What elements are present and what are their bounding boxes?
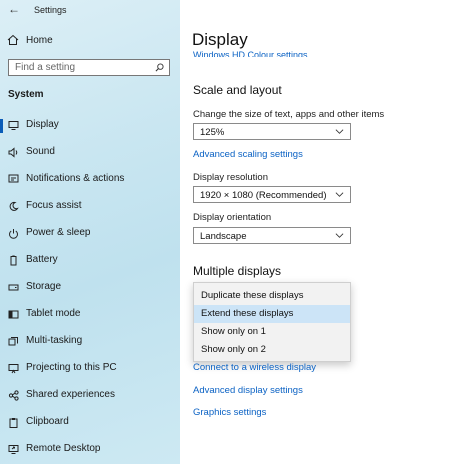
chevron-down-icon	[335, 233, 344, 238]
chevron-down-icon	[335, 192, 344, 197]
sidebar-item-label: Clipboard	[26, 416, 69, 427]
graphics-settings-link[interactable]: Graphics settings	[193, 407, 266, 418]
option-label: Extend these displays	[201, 308, 294, 319]
page-title: Display	[192, 30, 256, 50]
sidebar-item-label: Power & sleep	[26, 227, 91, 238]
power-icon	[9, 229, 18, 239]
back-arrow-icon[interactable]: ←	[8, 2, 20, 16]
option-label: Show only on 2	[201, 344, 266, 355]
orientation-dropdown[interactable]: Landscape	[193, 227, 351, 244]
option-duplicate[interactable]: Duplicate these displays	[194, 287, 350, 305]
storage-icon	[8, 284, 19, 291]
sidebar-item-battery[interactable]: Battery	[0, 250, 180, 272]
resolution-dropdown[interactable]: 1920 × 1080 (Recommended)	[193, 186, 351, 203]
section-title-multiple-displays: Multiple displays	[193, 264, 282, 278]
app-title: Settings	[34, 5, 67, 15]
sidebar-item-label: Shared experiences	[26, 389, 115, 400]
home-icon	[7, 34, 19, 45]
main-content: Windows HD Colour settings Display Scale…	[180, 0, 474, 464]
option-show-only-2[interactable]: Show only on 2	[194, 341, 350, 359]
resolution-value: 1920 × 1080 (Recommended)	[200, 190, 327, 201]
option-extend[interactable]: Extend these displays	[194, 305, 350, 323]
scale-value: 125%	[200, 127, 225, 138]
home-label: Home	[26, 35, 53, 46]
advanced-display-settings-link[interactable]: Advanced display settings	[193, 385, 303, 396]
search-input[interactable]: Find a setting	[8, 59, 170, 76]
orientation-value: Landscape	[200, 231, 247, 242]
speaker-icon	[8, 147, 18, 158]
chevron-down-icon	[335, 129, 344, 134]
sidebar-item-label: Sound	[26, 146, 55, 157]
sidebar-item-label: Storage	[26, 281, 62, 292]
sidebar-item-focus-assist[interactable]: Focus assist	[0, 196, 180, 218]
sidebar-item-clipboard[interactable]: Clipboard	[0, 412, 180, 434]
advanced-scaling-link[interactable]: Advanced scaling settings	[193, 149, 303, 160]
scale-dropdown[interactable]: 125%	[193, 123, 351, 140]
wireless-display-link[interactable]: Connect to a wireless display	[193, 362, 316, 373]
multitask-icon	[8, 337, 18, 346]
option-label: Show only on 1	[201, 326, 266, 337]
clipboard-icon	[9, 418, 18, 428]
battery-icon	[10, 255, 17, 266]
sidebar-item-power-sleep[interactable]: Power & sleep	[0, 223, 180, 245]
resolution-label: Display resolution	[193, 172, 268, 183]
sidebar-item-label: Multi-tasking	[26, 335, 83, 346]
sidebar-item-label: Projecting to this PC	[26, 362, 117, 373]
sidebar-item-label: Tablet mode	[26, 308, 81, 319]
tablet-icon	[8, 310, 19, 319]
sidebar-item-shared-experiences[interactable]: Shared experiences	[0, 385, 180, 407]
orientation-label: Display orientation	[193, 212, 272, 223]
sidebar-item-projecting[interactable]: Projecting to this PC	[0, 358, 180, 380]
sidebar-item-label: Battery	[26, 254, 58, 265]
home-nav[interactable]: Home	[0, 31, 180, 51]
section-title-system: System	[8, 89, 44, 100]
scale-label: Change the size of text, apps and other …	[193, 109, 385, 120]
sidebar: ← Settings Home Find a setting System Di…	[0, 0, 180, 464]
sidebar-item-label: Focus assist	[26, 200, 82, 211]
multiple-displays-dropdown-list: Duplicate these displays Extend these di…	[193, 282, 351, 362]
sidebar-item-notifications[interactable]: Notifications & actions	[0, 169, 180, 191]
title-bar: ← Settings	[0, 0, 180, 20]
remote-icon	[8, 445, 19, 454]
sidebar-item-sound[interactable]: Sound	[0, 142, 180, 164]
monitor-icon	[8, 121, 19, 130]
search-icon[interactable]	[155, 63, 164, 72]
sidebar-item-label: Notifications & actions	[26, 173, 125, 184]
sidebar-item-remote-desktop[interactable]: Remote Desktop	[0, 439, 180, 461]
projector-icon	[8, 364, 19, 374]
section-title-scale-layout: Scale and layout	[193, 83, 282, 97]
sidebar-item-display[interactable]: Display	[0, 115, 180, 137]
option-label: Duplicate these displays	[201, 290, 304, 301]
sidebar-item-tablet-mode[interactable]: Tablet mode	[0, 304, 180, 326]
sidebar-item-storage[interactable]: Storage	[0, 277, 180, 299]
sidebar-item-multitasking[interactable]: Multi-tasking	[0, 331, 180, 353]
option-show-only-1[interactable]: Show only on 1	[194, 323, 350, 341]
sidebar-item-label: Display	[26, 119, 59, 130]
search-placeholder: Find a setting	[15, 62, 76, 73]
notification-icon	[8, 174, 19, 183]
sidebar-item-label: Remote Desktop	[26, 443, 101, 454]
moon-icon	[9, 201, 19, 211]
shared-icon	[8, 390, 19, 401]
selection-indicator	[0, 119, 3, 133]
